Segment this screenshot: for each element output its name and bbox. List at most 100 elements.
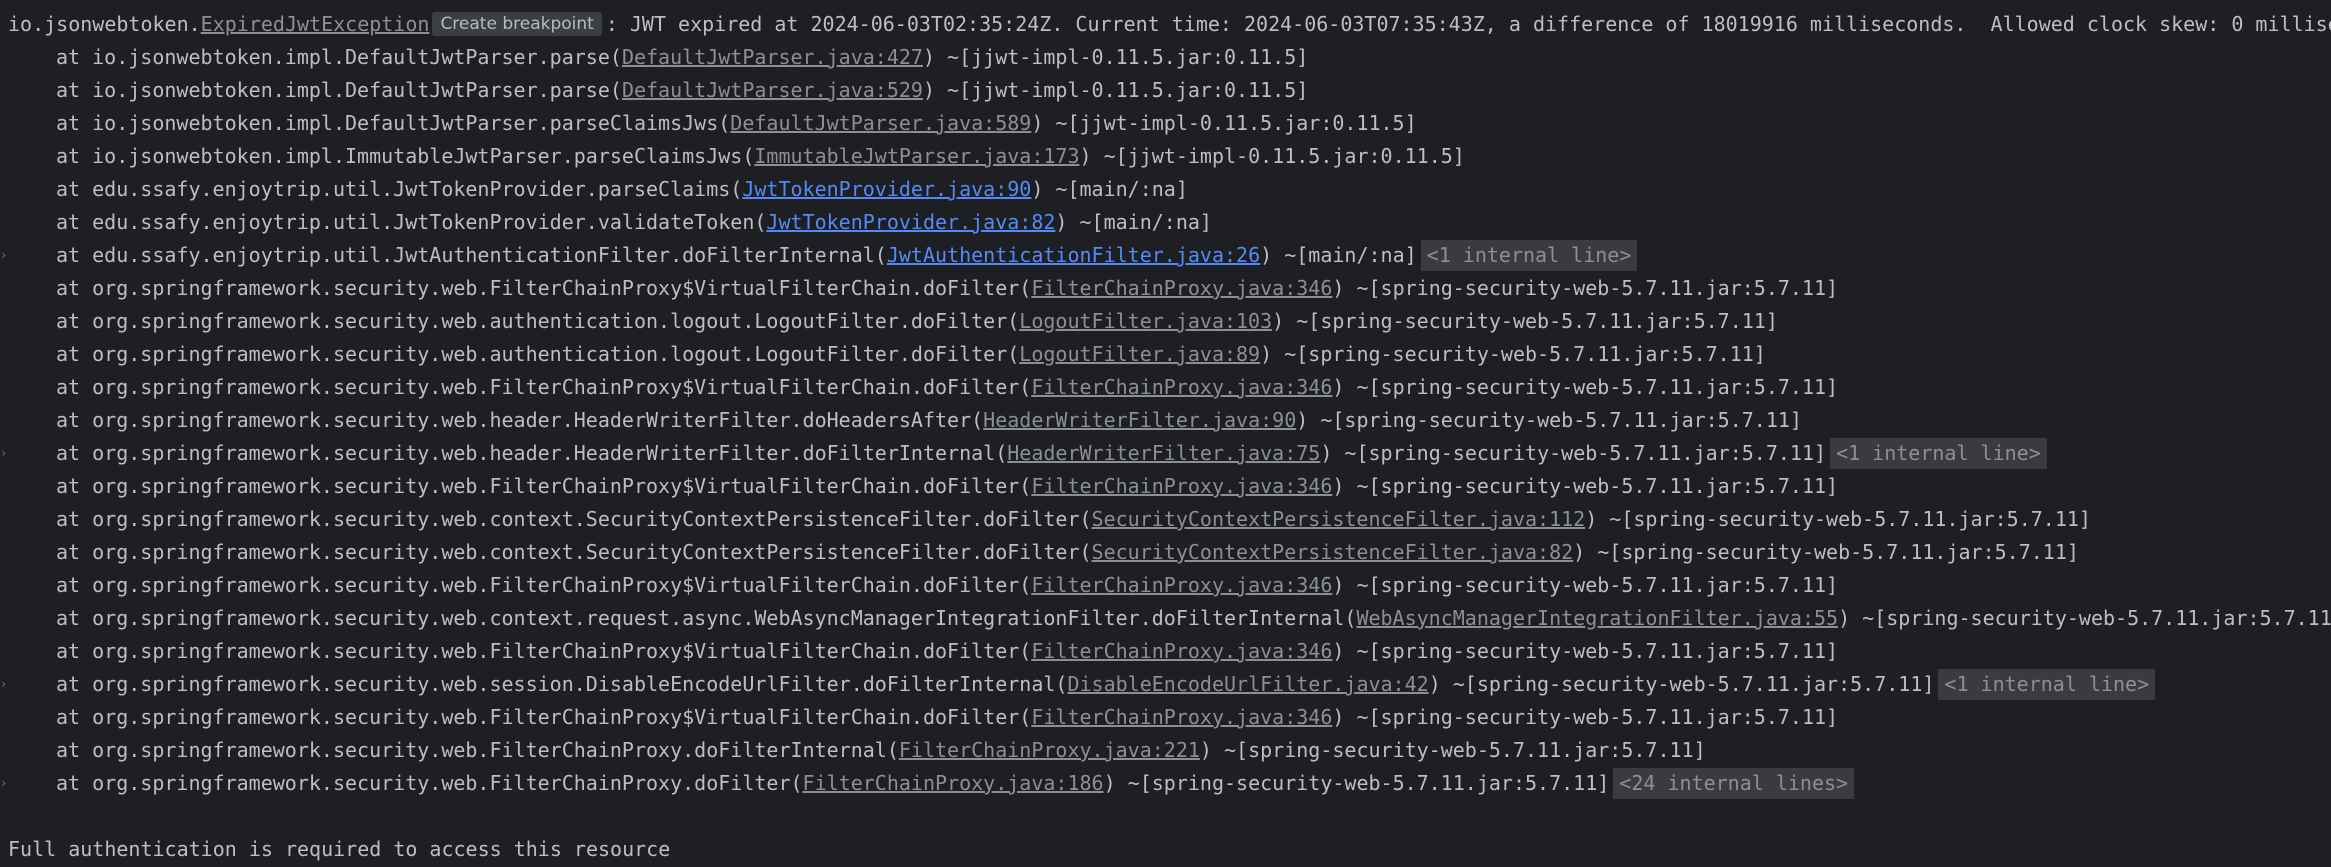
internal-lines-toggle[interactable]: <1 internal line> [1420, 240, 1638, 271]
frame-jar: ) ~[spring-security-web-5.7.11.jar:5.7.1… [1332, 276, 1839, 300]
stack-frame-line: at org.springframework.security.web.Filt… [0, 470, 2331, 503]
frame-source-link[interactable]: FilterChainProxy.java:221 [899, 738, 1200, 762]
stack-frame-line: at org.springframework.security.web.head… [0, 404, 2331, 437]
frame-source-link[interactable]: LogoutFilter.java:103 [1019, 309, 1272, 333]
console-output: io.jsonwebtoken.ExpiredJwtException Creat… [0, 8, 2331, 866]
frame-method: at org.springframework.security.web.cont… [56, 507, 1092, 531]
frame-source-link[interactable]: LogoutFilter.java:89 [1019, 342, 1260, 366]
frame-method: at org.springframework.security.web.auth… [56, 342, 1020, 366]
stack-frame-line: at org.springframework.security.web.Filt… [0, 635, 2331, 668]
stack-frame-line: at org.springframework.security.web.Filt… [0, 272, 2331, 305]
stack-trace: at io.jsonwebtoken.impl.DefaultJwtParser… [0, 41, 2331, 800]
frame-source-link[interactable]: DefaultJwtParser.java:427 [622, 45, 923, 69]
frame-method: at io.jsonwebtoken.impl.DefaultJwtParser… [56, 45, 622, 69]
frame-source-link[interactable]: FilterChainProxy.java:346 [1031, 639, 1332, 663]
frame-method: at org.springframework.security.web.Filt… [56, 573, 1032, 597]
frame-jar: ) ~[spring-security-web-5.7.11.jar:5.7.1… [1272, 309, 1778, 333]
frame-source-link[interactable]: JwtAuthenticationFilter.java:26 [887, 243, 1260, 267]
frame-jar: ) ~[main/:na] [1260, 243, 1417, 267]
exception-class-link[interactable]: ExpiredJwtException [201, 12, 430, 36]
stack-frame-line: at io.jsonwebtoken.impl.ImmutableJwtPars… [0, 140, 2331, 173]
exception-package: io.jsonwebtoken. [8, 12, 201, 36]
frame-jar: ) ~[jjwt-impl-0.11.5.jar:0.11.5] [1079, 144, 1465, 168]
frame-jar: ) ~[spring-security-web-5.7.11.jar:5.7.1… [1332, 474, 1839, 498]
frame-jar: ) ~[spring-security-web-5.7.11.jar:5.7.1… [1585, 507, 2091, 531]
frame-source-link[interactable]: FilterChainProxy.java:186 [803, 771, 1104, 795]
create-breakpoint-button[interactable]: Create breakpoint [432, 12, 602, 36]
frame-jar: ) ~[jjwt-impl-0.11.5.jar:0.11.5] [1031, 111, 1417, 135]
internal-lines-toggle[interactable]: <24 internal lines> [1613, 768, 1855, 799]
frame-source-link[interactable]: DisableEncodeUrlFilter.java:42 [1067, 672, 1428, 696]
frame-source-link[interactable]: FilterChainProxy.java:346 [1031, 705, 1332, 729]
stack-frame-line: at org.springframework.security.web.auth… [0, 338, 2331, 371]
frame-jar: ) ~[jjwt-impl-0.11.5.jar:0.11.5] [922, 45, 1309, 69]
frame-source-link[interactable]: JwtTokenProvider.java:90 [742, 177, 1031, 201]
frame-jar: ) ~[spring-security-web-5.7.11.jar:5.7.1… [1428, 672, 1935, 696]
frame-jar: ) ~[spring-security-web-5.7.11.jar:5.7.1… [1103, 771, 1610, 795]
frame-method: at org.springframework.security.web.head… [56, 408, 984, 432]
frame-jar: ) ~[spring-security-web-5.7.11.jar:5.7.1… [1260, 342, 1766, 366]
frame-method: at org.springframework.security.web.sess… [56, 672, 1068, 696]
frame-source-link[interactable]: FilterChainProxy.java:346 [1031, 276, 1332, 300]
frame-method: at org.springframework.security.web.Filt… [56, 771, 803, 795]
stack-frame-line: at org.springframework.security.web.Filt… [0, 569, 2331, 602]
frame-jar: ) ~[spring-security-web-5.7.11.jar:5.7.1… [1573, 540, 2079, 564]
frame-jar: ) ~[spring-security-web-5.7.11.jar:5.7.1… [1332, 375, 1839, 399]
frame-jar: ) ~[spring-security-web-5.7.11.jar:5.7.1… [1320, 441, 1827, 465]
stack-frame-line: › at org.springframework.security.web.ses… [0, 668, 2331, 701]
internal-lines-toggle[interactable]: <1 internal line> [1938, 669, 2156, 700]
frame-source-link[interactable]: SecurityContextPersistenceFilter.java:82 [1092, 540, 1574, 564]
chevron-right-icon[interactable]: › [0, 668, 10, 701]
frame-source-link[interactable]: JwtTokenProvider.java:82 [766, 210, 1055, 234]
stack-frame-line: › at org.springframework.security.web.hea… [0, 437, 2331, 470]
frame-method: at io.jsonwebtoken.impl.DefaultJwtParser… [56, 111, 731, 135]
frame-method: at org.springframework.security.web.head… [56, 441, 1008, 465]
frame-jar: ) ~[jjwt-impl-0.11.5.jar:0.11.5] [922, 78, 1309, 102]
frame-source-link[interactable]: DefaultJwtParser.java:589 [730, 111, 1031, 135]
exception-header-line: io.jsonwebtoken.ExpiredJwtException Creat… [0, 8, 2331, 41]
frame-method: at edu.ssafy.enjoytrip.util.JwtAuthentic… [56, 243, 887, 267]
frame-method: at edu.ssafy.enjoytrip.util.JwtTokenProv… [56, 210, 767, 234]
stack-frame-line: › at org.springframework.security.web.Fil… [0, 767, 2331, 800]
frame-source-link[interactable]: FilterChainProxy.java:346 [1031, 375, 1332, 399]
frame-method: at org.springframework.security.web.cont… [56, 540, 1092, 564]
frame-method: at org.springframework.security.web.auth… [56, 309, 1020, 333]
frame-source-link[interactable]: HeaderWriterFilter.java:75 [1007, 441, 1320, 465]
footer-message: Full authentication is required to acces… [8, 837, 671, 861]
stack-frame-line: at io.jsonwebtoken.impl.DefaultJwtParser… [0, 107, 2331, 140]
frame-jar: ) ~[spring-security-web-5.7.11.jar:5.7.1… [1332, 573, 1839, 597]
stack-frame-line: at org.springframework.security.web.cont… [0, 602, 2331, 635]
frame-jar: ) ~[spring-security-web-5.7.11.jar:5.7.1… [1296, 408, 1802, 432]
frame-method: at edu.ssafy.enjoytrip.util.JwtTokenProv… [56, 177, 743, 201]
chevron-right-icon[interactable]: › [0, 767, 10, 800]
stack-frame-line: at io.jsonwebtoken.impl.DefaultJwtParser… [0, 74, 2331, 107]
frame-jar: ) ~[spring-security-web-5.7.11.jar:5.7.1… [1332, 639, 1839, 663]
exception-message: : JWT expired at 2024-06-03T02:35:24Z. C… [605, 12, 2331, 36]
frame-method: at org.springframework.security.web.Filt… [56, 705, 1032, 729]
frame-jar: ) ~[spring-security-web-5.7.11.jar:5.7.1… [1332, 705, 1839, 729]
frame-jar: ) ~[spring-security-web-5.7.11.jar:5.7.1… [1838, 606, 2331, 630]
internal-lines-toggle[interactable]: <1 internal line> [1830, 438, 2047, 469]
frame-source-link[interactable]: DefaultJwtParser.java:529 [622, 78, 923, 102]
frame-source-link[interactable]: FilterChainProxy.java:346 [1031, 474, 1332, 498]
chevron-right-icon[interactable]: › [0, 437, 10, 470]
frame-method: at io.jsonwebtoken.impl.ImmutableJwtPars… [56, 144, 755, 168]
stack-frame-line: at org.springframework.security.web.Filt… [0, 734, 2331, 767]
frame-method: at org.springframework.security.web.Filt… [56, 738, 899, 762]
frame-method: at io.jsonwebtoken.impl.DefaultJwtParser… [56, 78, 622, 102]
frame-method: at org.springframework.security.web.Filt… [56, 639, 1032, 663]
stack-frame-line: at org.springframework.security.web.cont… [0, 536, 2331, 569]
frame-method: at org.springframework.security.web.Filt… [56, 276, 1032, 300]
frame-source-link[interactable]: WebAsyncManagerIntegrationFilter.java:55 [1356, 606, 1838, 630]
chevron-right-icon[interactable]: › [0, 239, 10, 272]
stack-frame-line: at edu.ssafy.enjoytrip.util.JwtTokenProv… [0, 173, 2331, 206]
frame-source-link[interactable]: HeaderWriterFilter.java:90 [983, 408, 1296, 432]
frame-jar: ) ~[spring-security-web-5.7.11.jar:5.7.1… [1199, 738, 1706, 762]
frame-jar: ) ~[main/:na] [1031, 177, 1188, 201]
frame-source-link[interactable]: ImmutableJwtParser.java:173 [754, 144, 1079, 168]
frame-source-link[interactable]: FilterChainProxy.java:346 [1031, 573, 1332, 597]
frame-source-link[interactable]: SecurityContextPersistenceFilter.java:11… [1092, 507, 1586, 531]
stack-frame-line: › at edu.ssafy.enjoytrip.util.JwtAuthenti… [0, 239, 2331, 272]
frame-method: at org.springframework.security.web.cont… [56, 606, 1357, 630]
